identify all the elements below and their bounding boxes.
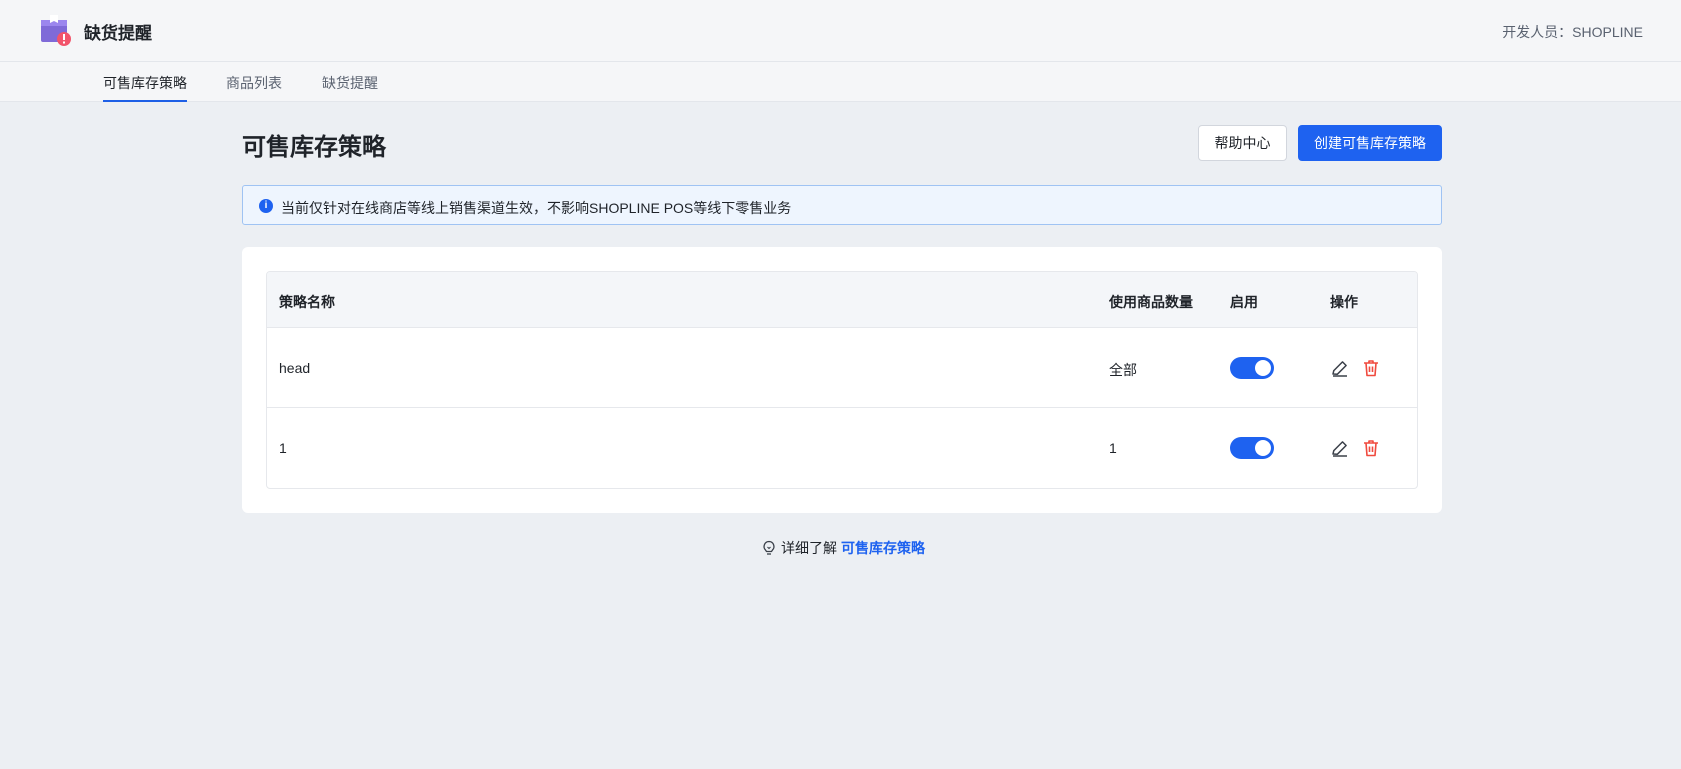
strategy-name: 1 — [279, 440, 287, 456]
notice-text: 当前仅针对在线商店等线上销售渠道生效，不影响SHOPLINE POS等线下零售业… — [281, 200, 792, 216]
lightbulb-icon — [763, 540, 775, 555]
top-bar: 缺货提醒 开发人员：SHOPLINE — [0, 0, 1681, 62]
edit-icon[interactable] — [1330, 438, 1350, 458]
product-count: 1 — [1109, 440, 1117, 456]
learn-more-prefix: 详细了解 — [781, 540, 837, 556]
tab-stock-alert[interactable]: 缺货提醒 — [322, 73, 378, 102]
delete-icon[interactable] — [1361, 358, 1381, 378]
enable-toggle[interactable] — [1230, 437, 1274, 459]
help-center-button[interactable]: 帮助中心 — [1198, 125, 1287, 161]
info-notice: i 当前仅针对在线商店等线上销售渠道生效，不影响SHOPLINE POS等线下零… — [242, 185, 1442, 225]
delete-icon[interactable] — [1361, 438, 1381, 458]
edit-icon[interactable] — [1330, 358, 1350, 378]
info-icon: i — [259, 199, 273, 213]
package-alert-icon — [41, 15, 71, 46]
tab-inventory-strategy[interactable]: 可售库存策略 — [103, 73, 187, 102]
learn-more-link[interactable]: 可售库存策略 — [841, 538, 925, 558]
toggle-knob — [1255, 360, 1271, 376]
tab-bar: 可售库存策略 商品列表 缺货提醒 — [0, 62, 1681, 102]
app-title: 缺货提醒 — [84, 24, 152, 43]
enable-toggle[interactable] — [1230, 357, 1274, 379]
strategy-name: head — [279, 360, 311, 376]
table-header: 策略名称 使用商品数量 启用 操作 — [267, 272, 1417, 328]
page-title: 可售库存策略 — [242, 134, 386, 161]
strategy-table: 策略名称 使用商品数量 启用 操作 head 全部 1 1 — [266, 271, 1418, 489]
toggle-knob — [1255, 440, 1271, 456]
create-strategy-button[interactable]: 创建可售库存策略 — [1298, 125, 1442, 161]
table-row: head 全部 — [267, 328, 1417, 408]
learn-more: 详细了解 可售库存策略 — [762, 538, 925, 558]
column-header-count: 使用商品数量 — [1109, 294, 1193, 310]
table-row: 1 1 — [267, 408, 1417, 488]
tab-product-list[interactable]: 商品列表 — [226, 73, 282, 102]
developer-label: 开发人员：SHOPLINE — [1502, 24, 1643, 40]
column-header-enabled: 启用 — [1230, 294, 1258, 310]
column-header-name: 策略名称 — [279, 294, 335, 310]
strategy-card: 策略名称 使用商品数量 启用 操作 head 全部 1 1 — [242, 247, 1442, 513]
column-header-actions: 操作 — [1330, 294, 1358, 310]
product-count: 全部 — [1109, 362, 1137, 378]
